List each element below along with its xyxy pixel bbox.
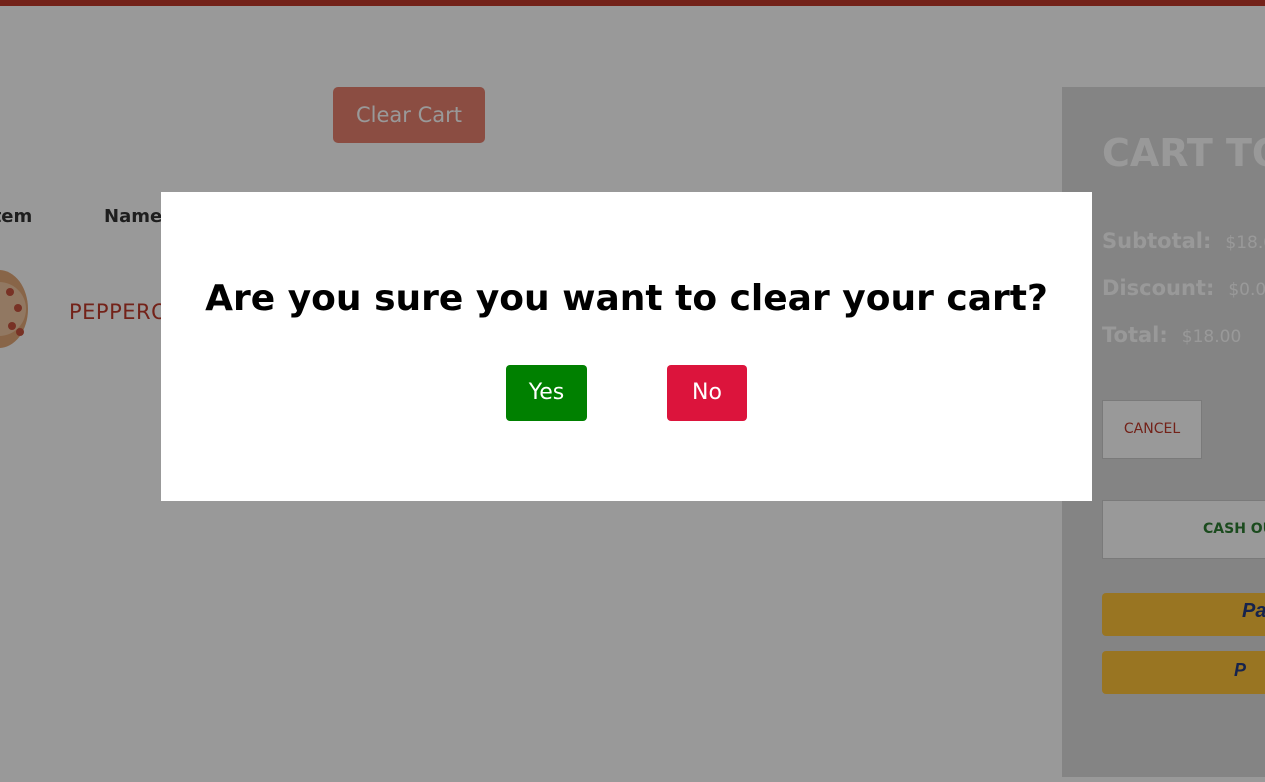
confirm-yes-button[interactable]: Yes: [506, 365, 587, 421]
clear-cart-dialog: Are you sure you want to clear your cart…: [161, 192, 1092, 501]
confirm-no-button[interactable]: No: [667, 365, 747, 421]
dialog-question: Are you sure you want to clear your cart…: [205, 278, 1048, 319]
cart-page: Clear Cart Item Name PEPPERONI CART TOTA…: [0, 0, 1265, 782]
